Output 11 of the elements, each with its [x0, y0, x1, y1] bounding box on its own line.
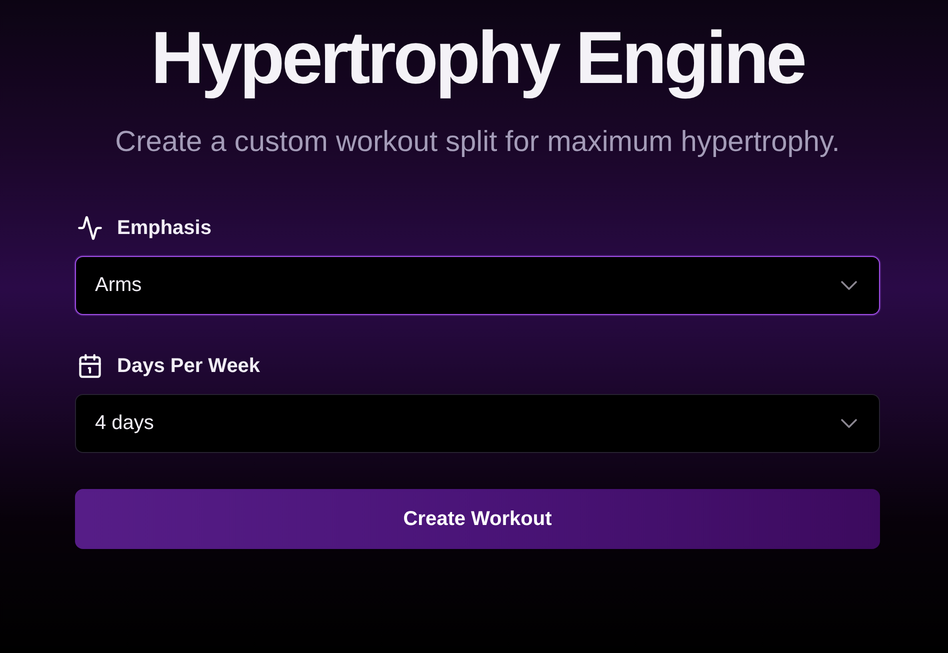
page-subtitle: Create a custom workout split for maximum hypertrophy. [114, 125, 841, 160]
select-field[interactable]: Arms [75, 256, 880, 315]
field-label: Days Per Week [117, 354, 260, 379]
pulse-icon [77, 215, 103, 241]
field-label: Emphasis [117, 216, 212, 241]
chevron-down-icon [841, 281, 857, 290]
select-field[interactable]: 4 days [75, 394, 880, 453]
calendar-icon [77, 353, 103, 379]
chevron-down-icon [841, 419, 857, 428]
create-workout-button[interactable]: Create Workout [75, 489, 880, 549]
page-title: Hypertrophy Engine [150, 15, 806, 101]
